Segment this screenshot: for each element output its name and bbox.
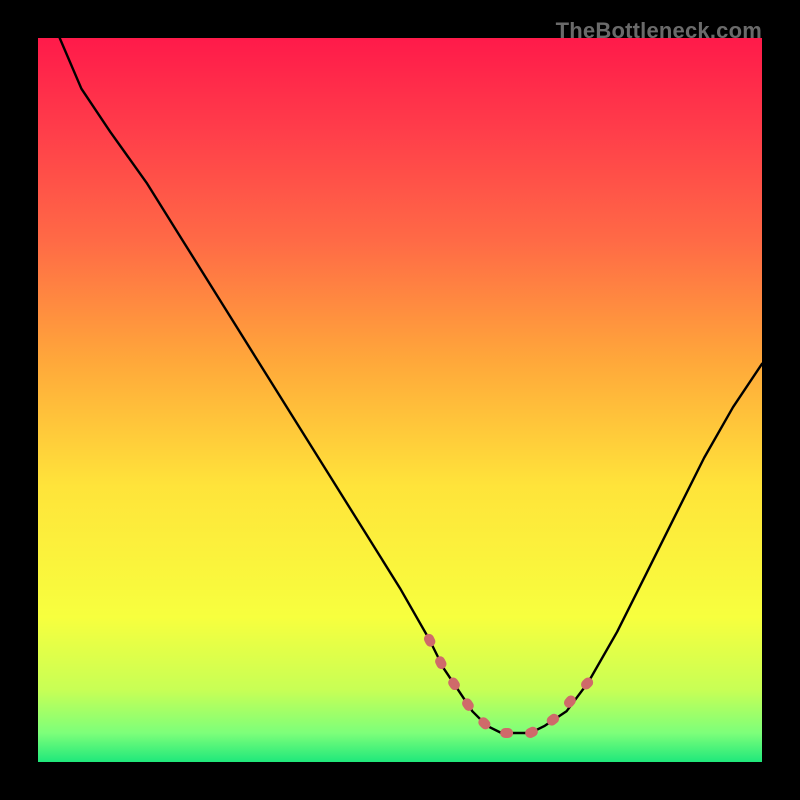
highlight-segment: [429, 639, 588, 733]
curve-layer: [38, 38, 762, 762]
watermark-text: TheBottleneck.com: [556, 18, 762, 44]
plot-area: [38, 38, 762, 762]
chart-frame: TheBottleneck.com: [18, 18, 782, 782]
bottleneck-curve: [38, 38, 762, 733]
